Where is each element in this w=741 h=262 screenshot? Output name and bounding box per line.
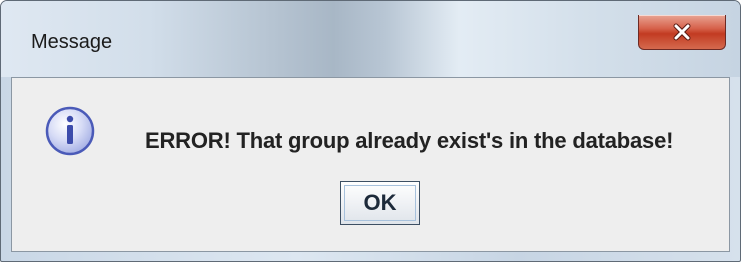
title-bar[interactable]: Message [1, 1, 740, 77]
ok-button-focus-ring: OK [344, 185, 416, 221]
error-message: ERROR! That group already exist's in the… [145, 128, 674, 153]
ok-button[interactable]: OK [340, 181, 420, 225]
dialog-content: ERROR! That group already exist's in the… [11, 77, 730, 252]
close-icon [673, 23, 691, 41]
ok-button-label: OK [363, 190, 397, 215]
window-title: Message [31, 31, 113, 53]
close-button[interactable] [638, 15, 726, 50]
message-dialog-window: Message ERROR! That group already exist'… [0, 0, 741, 262]
info-icon [45, 106, 95, 156]
